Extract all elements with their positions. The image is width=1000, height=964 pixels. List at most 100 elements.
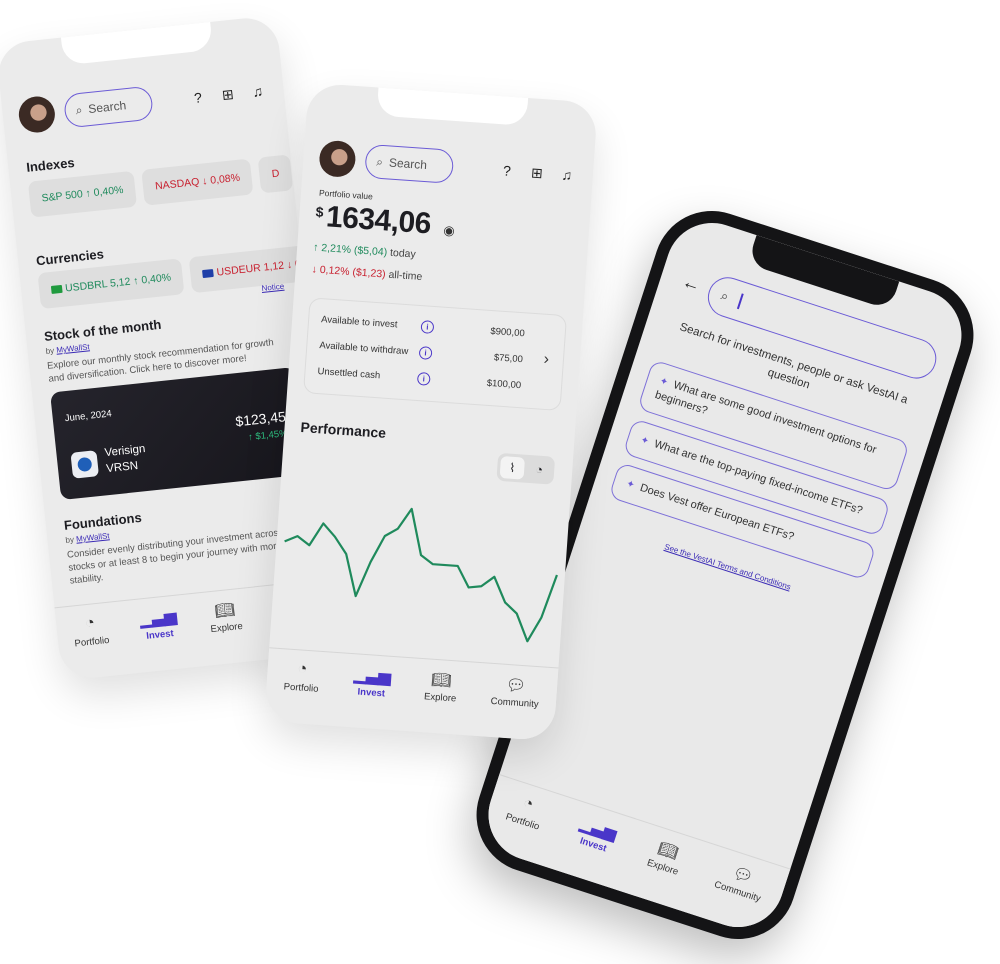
foundations-title: Foundations xyxy=(63,509,143,533)
index-change: 0,08% xyxy=(209,171,241,187)
book-icon: 📖︎ xyxy=(213,601,236,621)
alltime-suffix: all-time xyxy=(388,268,423,284)
index-name: D xyxy=(271,167,280,181)
balances-card[interactable]: Available to invest i $900,00 Available … xyxy=(303,297,568,412)
index-change: 0,40% xyxy=(93,183,124,199)
card-company: Verisign xyxy=(104,443,146,460)
brazil-flag-icon xyxy=(50,285,63,295)
eu-flag-icon xyxy=(202,269,215,279)
help-bubble-icon[interactable]: ? xyxy=(187,87,209,109)
arrow-down-icon: ↓ xyxy=(311,263,318,276)
search-sparkle-icon: ⌕ xyxy=(719,287,731,305)
tab-portfolio[interactable]: ◔ Portfolio xyxy=(283,659,320,694)
tab-label: Invest xyxy=(357,686,386,700)
currency-change: 0,40% xyxy=(140,271,172,287)
bottom-tab-bar: ◔ Portfolio ▁▃▅Invest 📖︎Explore 💬︎Communi… xyxy=(264,647,559,742)
chevron-right-icon[interactable]: › xyxy=(543,351,550,369)
chart-type-toggle: ⌇ ◔ xyxy=(496,452,556,485)
balance-value: $75,00 xyxy=(493,352,524,366)
pie-chart-icon[interactable]: ◔ xyxy=(527,458,552,482)
tab-label: Portfolio xyxy=(504,811,541,833)
today-change: ↑ 2,21% ($5,04) today xyxy=(313,241,416,260)
search-sparkle-icon: ⌕ xyxy=(74,102,84,117)
tab-label: Portfolio xyxy=(74,634,110,650)
performance-title: Performance xyxy=(300,418,387,441)
tab-label: Explore xyxy=(423,691,457,705)
balance-row: Unsettled cash i $100,00 xyxy=(317,365,521,392)
avatar[interactable] xyxy=(318,139,357,179)
currency-rate: 1,12 xyxy=(263,259,285,274)
balance-label: Available to withdraw xyxy=(318,340,409,358)
tab-invest[interactable]: ▁▃▅ Invest xyxy=(352,664,391,699)
mywallst-link[interactable]: MyWallSt xyxy=(56,342,90,354)
tab-portfolio[interactable]: ◔ Portfolio xyxy=(72,613,110,649)
index-chip-sp500[interactable]: S&P 500 ↑ 0,40% xyxy=(27,170,138,218)
foundations-byline: by MyWallSt xyxy=(65,531,110,545)
arrow-down-icon: ↓ xyxy=(286,258,293,272)
info-icon[interactable]: i xyxy=(416,371,431,386)
notice-link[interactable]: Notice xyxy=(261,282,285,293)
bottom-tab-bar: ◔Portfolio ▁▃▅Invest 📖︎Explore 💬︎Communi… xyxy=(476,774,791,939)
performance-chart xyxy=(284,507,558,643)
alltime-change: ↓ 0,12% ($1,23) all-time xyxy=(311,263,422,283)
byline-prefix: by xyxy=(65,535,75,545)
help-bubble-icon[interactable]: ? xyxy=(496,160,517,181)
balance-value: $100,00 xyxy=(486,377,522,392)
tab-portfolio[interactable]: ◔ Portfolio xyxy=(504,790,547,832)
tab-community[interactable]: 💬︎Community xyxy=(490,674,540,710)
card-price: $123,45 xyxy=(234,408,287,430)
gift-icon[interactable]: ⊞ xyxy=(217,83,239,105)
pie-chart-icon: ◔ xyxy=(84,614,96,633)
portfolio-value: $ 1634,06 ◉ xyxy=(314,199,456,243)
card-date: June, 2024 xyxy=(64,408,113,425)
tab-invest[interactable]: ▁▃▅ Invest xyxy=(139,606,179,643)
tab-community[interactable]: 💬︎Community xyxy=(713,858,769,904)
index-name: NASDAQ xyxy=(154,175,200,193)
phone-screen-portfolio: ⌕ Search ? ⊞ ♫ Portfolio value $ 1634,06… xyxy=(264,82,598,742)
search-placeholder: Search xyxy=(388,155,428,173)
search-sparkle-icon: ⌕ xyxy=(375,154,384,169)
tab-explore[interactable]: 📖︎ Explore xyxy=(208,599,244,636)
search-placeholder: Search xyxy=(87,98,127,117)
alltime-change-value: 0,12% ($1,23) xyxy=(319,263,387,281)
tab-label: Explore xyxy=(210,620,244,636)
mywallst-link[interactable]: MyWallSt xyxy=(76,531,110,543)
top-bar: ⌕ Search ? ⊞ ♫ xyxy=(17,68,270,138)
index-chip-partial[interactable]: D xyxy=(257,154,294,194)
currency-symbol: $ xyxy=(315,203,325,220)
bar-chart-icon: ▁▃▅ xyxy=(138,607,178,629)
tab-explore[interactable]: 📖︎ Explore xyxy=(646,836,687,878)
avatar[interactable] xyxy=(17,94,57,135)
line-chart-icon[interactable]: ⌇ xyxy=(499,455,526,480)
tab-invest[interactable]: ▁▃▅ Invest xyxy=(574,813,619,856)
eye-icon[interactable]: ◉ xyxy=(443,222,455,239)
arrow-up-icon: ↑ xyxy=(132,274,140,288)
stock-of-month-byline: by MyWallSt xyxy=(45,342,90,356)
tab-label: Invest xyxy=(145,628,175,642)
bell-icon[interactable]: ♫ xyxy=(556,164,577,185)
bell-icon[interactable]: ♫ xyxy=(247,80,269,102)
info-icon[interactable]: i xyxy=(420,320,435,334)
tab-label: Portfolio xyxy=(283,681,319,695)
search-button[interactable]: ⌕ Search xyxy=(364,143,455,184)
tab-explore[interactable]: 📖︎ Explore xyxy=(423,669,458,705)
chat-bubbles-icon: 💬︎ xyxy=(730,864,755,887)
pie-chart-icon: ◔ xyxy=(296,660,308,678)
stock-of-month-title: Stock of the month xyxy=(43,316,162,344)
info-icon[interactable]: i xyxy=(418,346,433,360)
index-chip-nasdaq[interactable]: NASDAQ ↓ 0,08% xyxy=(141,158,254,206)
pie-chart-icon: ◔ xyxy=(521,794,536,814)
sparkle-icon: ✦ xyxy=(624,478,637,492)
back-arrow-icon[interactable]: ← xyxy=(680,271,703,297)
performance-line xyxy=(284,507,558,643)
chat-bubbles-icon: 💬︎ xyxy=(505,676,527,696)
bar-chart-icon: ▁▃▅ xyxy=(353,666,392,686)
currency-rate: 5,12 xyxy=(109,275,131,290)
gift-icon[interactable]: ⊞ xyxy=(526,162,547,183)
search-button[interactable]: ⌕ Search xyxy=(62,85,155,129)
balance-row: Available to invest i $900,00 xyxy=(321,313,525,340)
text-caret xyxy=(737,293,744,310)
verisign-logo-icon xyxy=(70,450,99,479)
index-name: S&P 500 xyxy=(41,188,84,205)
stock-of-month-card[interactable]: June, 2024 Verisign VRSN $123,45 ↑ $1,45… xyxy=(50,366,306,501)
